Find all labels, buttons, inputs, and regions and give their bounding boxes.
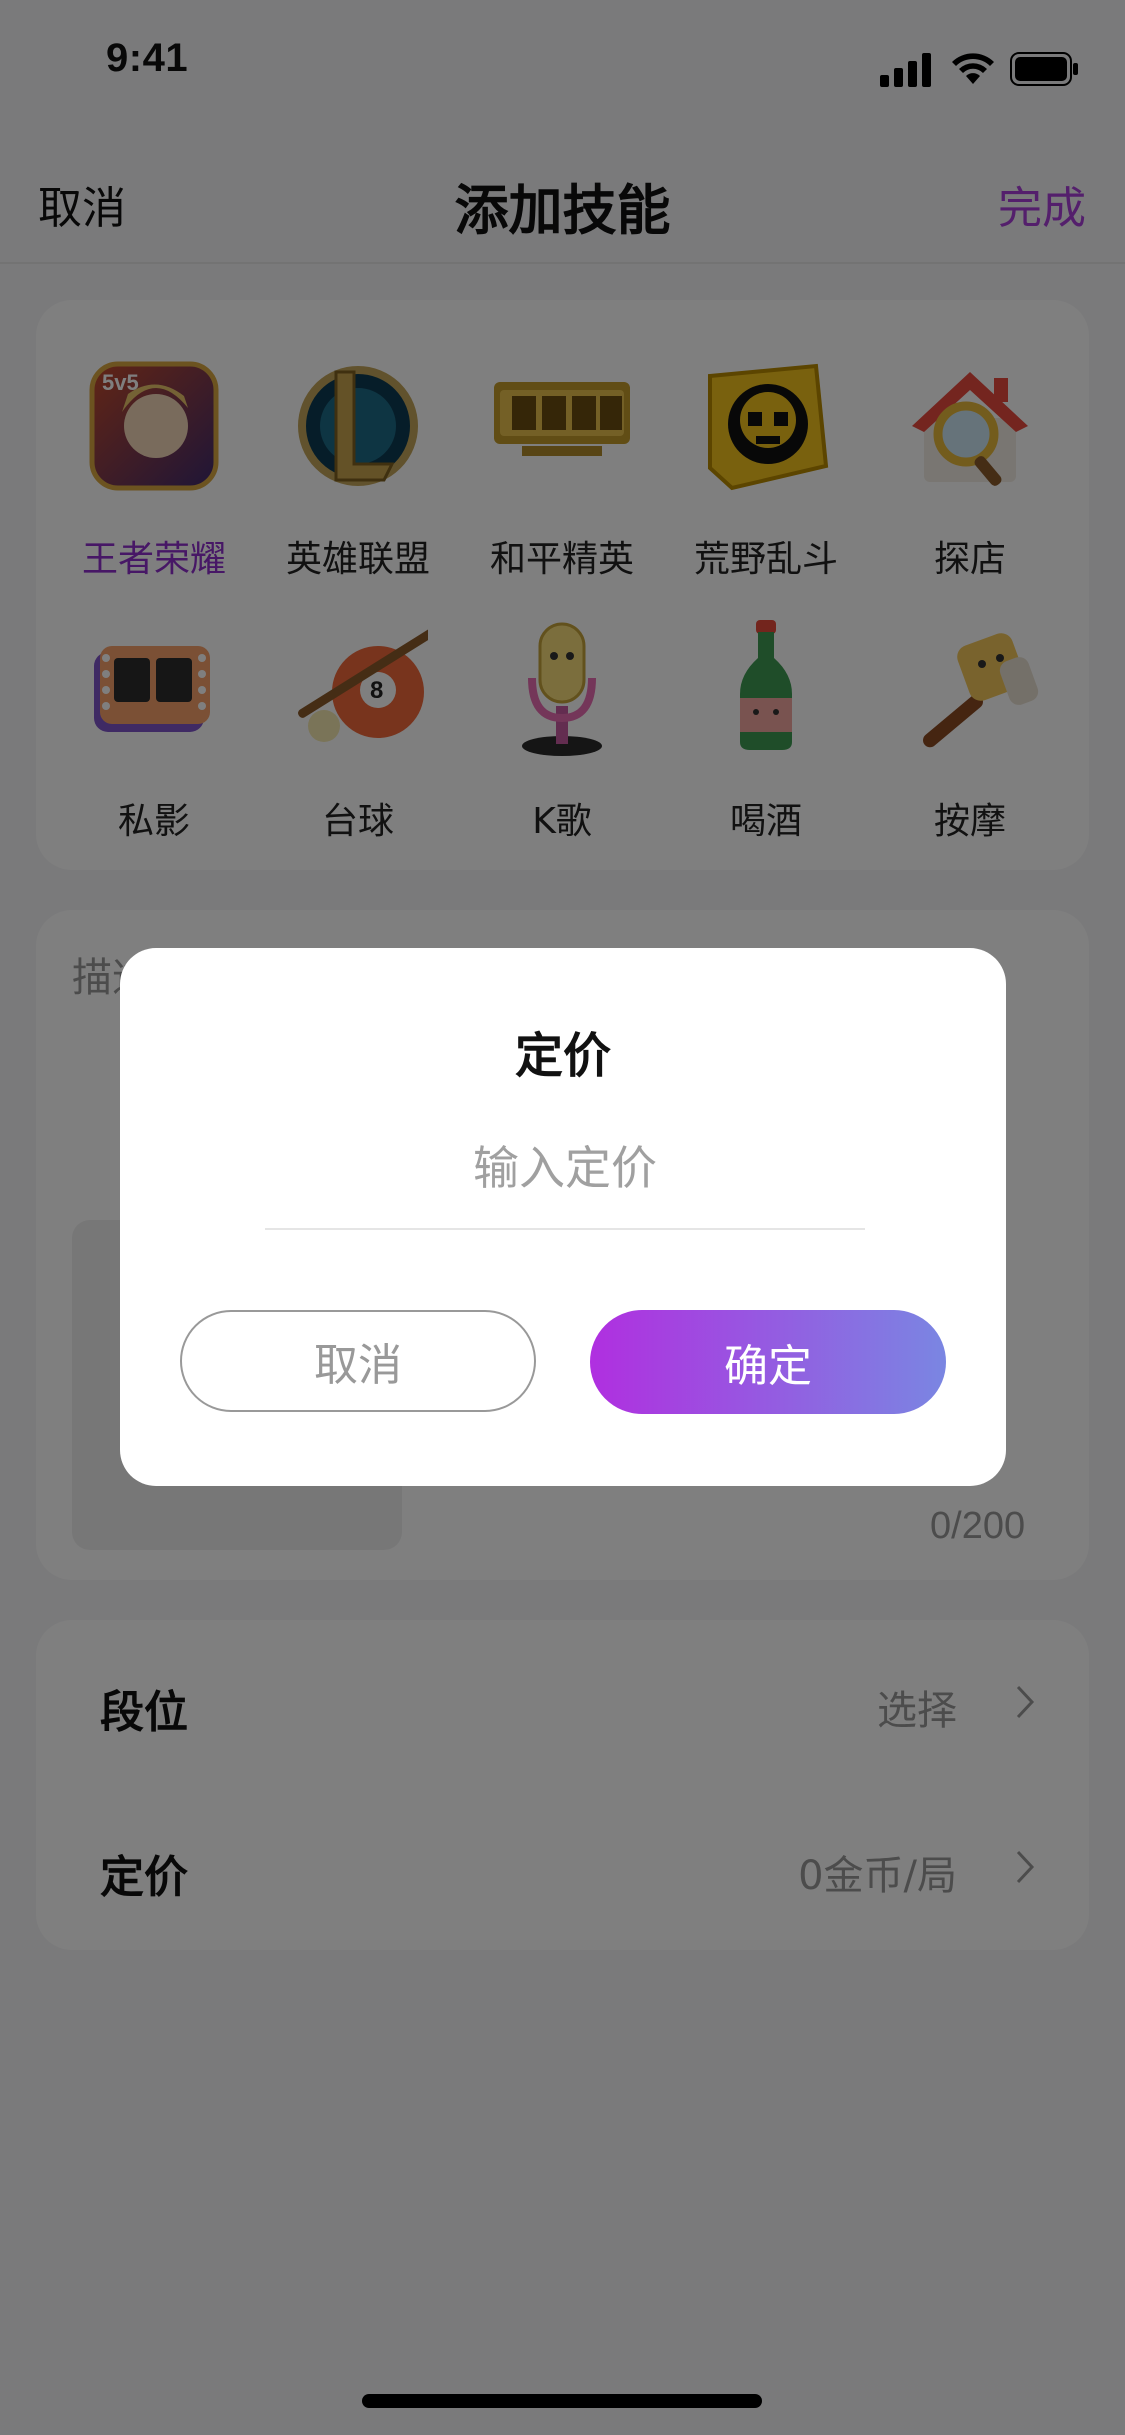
price-dialog: 定价 取消 确定	[120, 948, 1006, 1486]
dialog-cancel-button[interactable]: 取消	[180, 1310, 536, 1412]
dialog-title: 定价	[514, 1028, 611, 1084]
price-input[interactable]	[265, 1138, 865, 1230]
dialog-confirm-button[interactable]: 确定	[590, 1310, 946, 1414]
home-indicator	[362, 2394, 762, 2408]
